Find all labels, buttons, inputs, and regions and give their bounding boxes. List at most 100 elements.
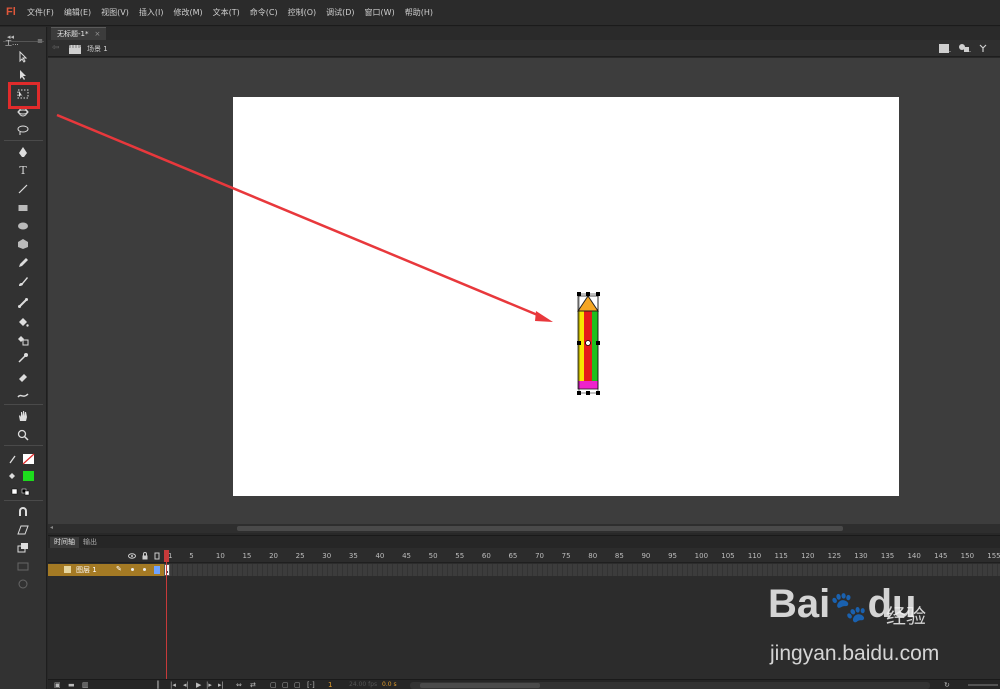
loop-icon[interactable]: ⇔: [236, 681, 242, 689]
baidu-watermark: Bai🐾du 经验 jingyan.baidu.com: [768, 582, 948, 672]
visibility-dot[interactable]: [131, 568, 134, 571]
rectangle-tool[interactable]: [14, 200, 32, 216]
center-stage-icon[interactable]: [978, 43, 992, 53]
keyframe[interactable]: [164, 564, 170, 576]
outline-icon[interactable]: [153, 552, 161, 560]
frame-ruler[interactable]: 1 5 10 15 20 25 30 35 40 45 50 55 60 65 70 75 80 85 90 95 10…: [164, 550, 1000, 563]
eraser-tool[interactable]: [14, 369, 32, 385]
menu-file[interactable]: 文件(F): [27, 7, 54, 18]
menu-window[interactable]: 窗口(W): [365, 7, 395, 18]
stage-horizontal-scrollbar[interactable]: ◂: [48, 524, 1000, 533]
frame-number: 105: [721, 552, 735, 560]
tools-panel: ◂◂ 工... ≡ T: [0, 27, 47, 689]
paint-bucket-tool[interactable]: [14, 314, 32, 330]
scroll-left-icon[interactable]: ◂: [50, 524, 53, 531]
lasso-tool[interactable]: [14, 122, 32, 138]
menu-modify[interactable]: 修改(M): [173, 7, 202, 18]
hand-tool[interactable]: [14, 408, 32, 424]
snap-to-objects[interactable]: [14, 504, 32, 520]
swap-colors[interactable]: [8, 484, 38, 500]
lock-icon[interactable]: [141, 552, 149, 560]
edit-scene-icon[interactable]: [938, 43, 952, 53]
width-tool[interactable]: [14, 387, 32, 403]
layer-frames[interactable]: [168, 564, 1000, 576]
onion-skin-icon[interactable]: ▢: [270, 681, 277, 689]
timeline-scrollbar[interactable]: [410, 682, 930, 689]
pencil-tool[interactable]: [14, 255, 32, 271]
frame-rate[interactable]: 24.00 fps: [349, 681, 377, 688]
menu-control[interactable]: 控制(O): [288, 7, 317, 18]
layer-name[interactable]: 图层 1: [76, 565, 97, 575]
back-arrow-icon[interactable]: ⇦: [52, 43, 60, 53]
eyedropper-tool[interactable]: [14, 350, 32, 366]
refresh-icon[interactable]: ↻: [944, 681, 950, 689]
line-tool[interactable]: [14, 181, 32, 197]
hand-icon: [19, 411, 27, 421]
onion-outline-icon[interactable]: ▢: [282, 681, 289, 689]
option-4[interactable]: [14, 558, 32, 574]
menu-edit[interactable]: 编辑(E): [64, 7, 91, 18]
bone-icon: [18, 298, 28, 308]
tab-timeline[interactable]: 时间轴: [50, 537, 79, 548]
zoom-tool[interactable]: [14, 427, 32, 443]
rectangle-icon: [18, 205, 28, 211]
zoom-slider[interactable]: [968, 684, 998, 686]
frame-number: 55: [455, 552, 465, 560]
scrollbar-thumb[interactable]: [237, 526, 843, 531]
menu-view[interactable]: 视图(V): [101, 7, 129, 18]
option-5[interactable]: [14, 576, 32, 592]
modify-markers-icon[interactable]: [·]: [307, 681, 315, 689]
tab-output[interactable]: 输出: [79, 537, 101, 548]
brush-tool[interactable]: [14, 273, 32, 289]
option-icon: [18, 579, 28, 589]
stroke-color[interactable]: [8, 451, 38, 467]
edit-symbols-icon[interactable]: [958, 43, 972, 53]
pen-tool[interactable]: [14, 144, 32, 160]
scrollbar-thumb[interactable]: [420, 683, 540, 688]
tool-divider: [4, 500, 43, 501]
frame-number: 100: [694, 552, 709, 560]
smooth-icon: [17, 525, 29, 535]
new-layer-icon[interactable]: ▣: [54, 681, 61, 689]
last-frame-icon[interactable]: ▸|: [218, 681, 224, 689]
smooth[interactable]: [14, 522, 32, 538]
menu-help[interactable]: 帮助(H): [405, 7, 433, 18]
subselection-tool[interactable]: [14, 67, 32, 83]
fill-color[interactable]: [8, 468, 38, 484]
step-back-icon[interactable]: ◂|: [183, 681, 189, 689]
frame-number: 50: [428, 552, 438, 560]
frame-number: 25: [295, 552, 305, 560]
menu-debug[interactable]: 调试(D): [326, 7, 354, 18]
step-forward-icon[interactable]: |▸: [206, 681, 212, 689]
first-frame-icon[interactable]: |◂: [170, 681, 176, 689]
menu-commands[interactable]: 命令(C): [250, 7, 278, 18]
play-icon[interactable]: ▶: [196, 681, 201, 689]
polystar-tool[interactable]: [14, 236, 32, 252]
layer-row[interactable]: 图层 1 ✎: [48, 564, 168, 576]
new-folder-icon[interactable]: ▬: [68, 681, 75, 689]
text-tool[interactable]: T: [14, 163, 32, 179]
oval-tool[interactable]: [14, 218, 32, 234]
panel-menu-icon[interactable]: ≡: [37, 37, 43, 45]
bone-tool[interactable]: [14, 295, 32, 311]
document-tab[interactable]: 无标题-1* ×: [51, 27, 107, 40]
eye-icon[interactable]: [128, 552, 136, 560]
close-icon[interactable]: ×: [94, 30, 100, 38]
current-frame[interactable]: 1: [328, 681, 332, 689]
playhead[interactable]: [164, 550, 169, 562]
lasso-icon: [17, 125, 29, 135]
ink-bottle-tool[interactable]: [14, 332, 32, 348]
edit-multiple-icon[interactable]: ▢: [294, 681, 301, 689]
elapsed-time: 0.0 s: [382, 681, 397, 688]
center-frame-icon[interactable]: ⇄: [250, 681, 256, 689]
lock-dot[interactable]: [143, 568, 146, 571]
menu-text[interactable]: 文本(T): [213, 7, 240, 18]
layer-outline-color[interactable]: [154, 566, 160, 574]
layer-icon: [64, 566, 71, 573]
frame-number: 140: [907, 552, 921, 560]
delete-icon[interactable]: ▥: [82, 681, 89, 689]
straighten[interactable]: [14, 540, 32, 556]
menu-insert[interactable]: 插入(I): [139, 7, 164, 18]
selection-tool[interactable]: [14, 49, 32, 65]
stage[interactable]: [233, 97, 899, 496]
